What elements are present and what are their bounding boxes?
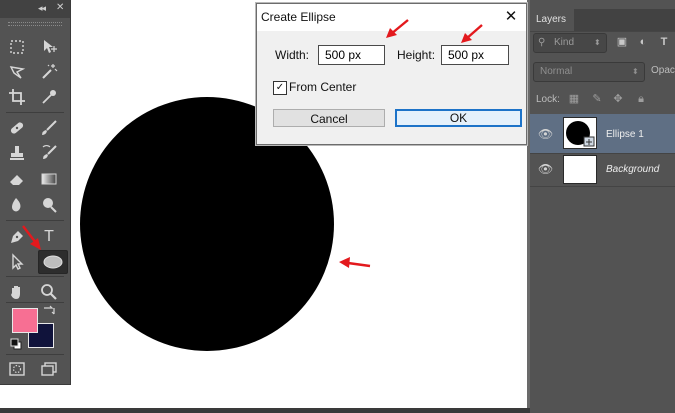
move-tool-icon[interactable] <box>38 36 60 58</box>
chevron-updown-icon: ⬍ <box>594 38 601 47</box>
lock-pixels-icon[interactable]: ✎ <box>591 93 603 105</box>
toolbox-grip[interactable] <box>8 22 62 26</box>
layer-filter-select[interactable]: ⚲ Kind ⬍ <box>533 33 607 53</box>
default-colors-icon[interactable] <box>10 337 22 350</box>
brush-tool-icon[interactable] <box>38 117 60 139</box>
clone-stamp-tool-icon[interactable] <box>6 142 28 164</box>
chevron-updown-icon: ⬍ <box>632 67 639 76</box>
annotation-arrow-icon <box>339 257 371 268</box>
lock-position-icon[interactable]: ✥ <box>612 93 624 105</box>
close-icon[interactable]: ✕ <box>501 7 521 27</box>
gradient-tool-icon[interactable] <box>38 168 60 190</box>
hand-tool-icon[interactable] <box>6 281 28 303</box>
from-center-label[interactable]: From Center <box>289 80 356 94</box>
layer-name: Background <box>606 164 660 175</box>
layer-thumbnail <box>563 155 597 184</box>
history-brush-tool-icon[interactable] <box>38 142 60 164</box>
annotation-arrow-icon <box>461 24 483 43</box>
opacity-label: Opac <box>651 65 675 76</box>
toolbox-divider <box>6 276 64 277</box>
toolbox-divider <box>6 220 64 221</box>
blend-mode-value: Normal <box>540 66 573 77</box>
annotation-arrow-icon <box>22 225 41 250</box>
adjustment-filter-icon[interactable]: ◐ <box>637 36 649 48</box>
eraser-tool-icon[interactable] <box>6 168 28 190</box>
toolbox-panel: ◂◂ ✕ T <box>0 0 71 385</box>
layers-tab-bar <box>574 9 675 31</box>
lock-label: Lock: <box>536 94 560 105</box>
layer-name: Ellipse 1 <box>606 129 644 140</box>
zoom-tool-icon[interactable] <box>38 281 60 303</box>
image-filter-icon[interactable]: ▣ <box>616 36 628 48</box>
type-filter-icon[interactable]: T <box>658 36 670 48</box>
tab-layers[interactable]: Layers <box>530 9 574 31</box>
filter-kind-label: Kind <box>554 37 575 48</box>
ellipse-tool-button[interactable] <box>38 250 68 274</box>
annotation-arrow-icon <box>386 19 409 38</box>
path-selection-tool-icon[interactable] <box>6 251 28 273</box>
magic-wand-tool-icon[interactable] <box>38 61 60 83</box>
canvas-bottom-edge <box>0 408 530 413</box>
cancel-button[interactable]: Cancel <box>273 109 385 127</box>
toolbox-divider <box>6 112 64 113</box>
width-label: Width: <box>275 48 310 62</box>
width-field[interactable] <box>318 45 385 65</box>
visibility-eye-icon[interactable]: 👁︎ <box>538 127 553 141</box>
search-icon: ⚲ <box>538 37 546 48</box>
marquee-tool-icon[interactable] <box>6 36 28 58</box>
visibility-eye-icon[interactable]: 👁︎ <box>538 162 553 176</box>
collapse-icon[interactable]: ◂◂ <box>38 3 46 14</box>
toolbox-divider <box>6 354 64 355</box>
quick-mask-icon[interactable] <box>6 358 28 380</box>
crop-tool-icon[interactable] <box>6 86 28 108</box>
swap-colors-icon[interactable] <box>42 304 56 318</box>
close-icon[interactable]: ✕ <box>56 2 64 13</box>
panel-divider <box>530 31 675 32</box>
height-label: Height: <box>397 48 436 62</box>
foreground-color-swatch[interactable] <box>12 308 38 333</box>
eyedropper-tool-icon[interactable] <box>38 86 60 108</box>
layer-row-background[interactable]: 👁︎ Background <box>530 153 675 187</box>
dodge-tool-icon[interactable] <box>38 194 60 216</box>
lasso-tool-icon[interactable] <box>6 61 28 83</box>
blur-tool-icon[interactable] <box>6 194 28 216</box>
layer-thumbnail <box>563 117 597 149</box>
toolbox-divider <box>6 302 64 303</box>
healing-brush-tool-icon[interactable] <box>6 117 28 139</box>
dialog-title: Create Ellipse <box>261 10 336 24</box>
lock-all-icon[interactable]: 🔒︎ <box>635 93 647 105</box>
from-center-checkbox[interactable]: ✓ <box>273 81 287 95</box>
ok-button[interactable]: OK <box>395 109 522 127</box>
blend-mode-select[interactable]: Normal ⬍ <box>533 62 645 82</box>
height-field[interactable] <box>441 45 509 65</box>
ellipse-tool-icon <box>43 255 63 269</box>
layer-row-ellipse[interactable]: 👁︎ Ellipse 1 <box>530 114 675 153</box>
lock-transparent-icon[interactable]: ▦ <box>568 93 580 105</box>
screen-mode-icon[interactable] <box>38 358 60 380</box>
